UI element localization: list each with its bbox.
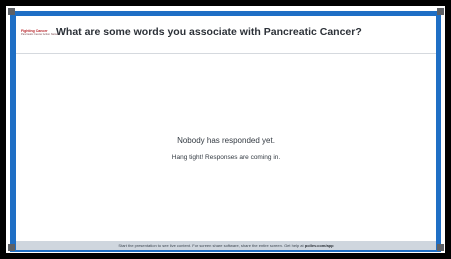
poll-question: What are some words you associate with P… [56,26,362,38]
organization-logo: Fighting Cancer Pancreatic Cancer Action… [21,29,61,39]
empty-state-title: Nobody has responded yet. [177,136,275,145]
resize-handle-bottom-right[interactable] [437,244,444,251]
slide-header: Fighting Cancer Pancreatic Cancer Action… [16,16,436,54]
screen-frame: Fighting Cancer Pancreatic Cancer Action… [0,0,451,259]
logo-line-2: Pancreatic Cancer Action Network [21,33,61,36]
footer-help-bar: Start the presentation to see live conte… [16,241,436,250]
empty-state-subtitle: Hang tight! Responses are coming in. [171,154,281,161]
poll-slide: Fighting Cancer Pancreatic Cancer Action… [16,16,436,241]
footer-text: Start the presentation to see live conte… [118,243,305,248]
resize-handle-top-right[interactable] [437,8,444,15]
help-link[interactable]: pollev.com/app [305,243,334,248]
resize-handle-top-left[interactable] [8,8,15,15]
resize-handle-bottom-left[interactable] [8,244,15,251]
